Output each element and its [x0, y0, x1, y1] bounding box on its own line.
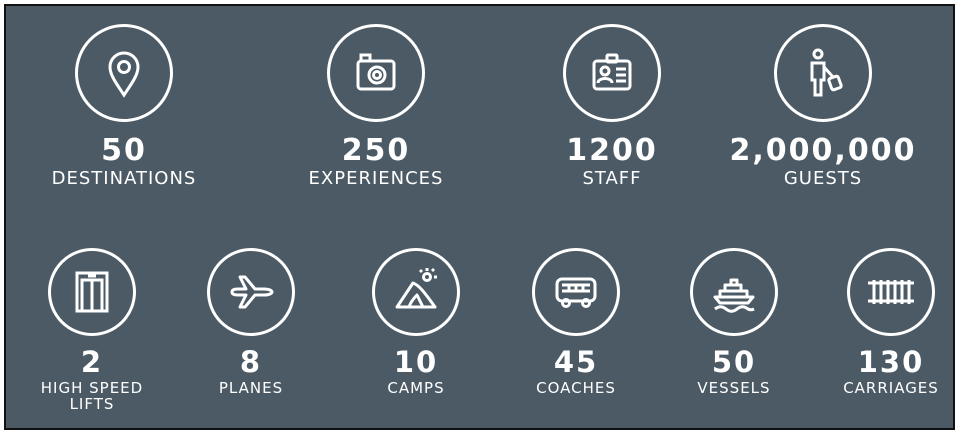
stat-destinations: 50 DESTINATIONS: [24, 24, 224, 189]
camera-icon: [327, 24, 425, 122]
stat-label: STAFF: [582, 168, 642, 189]
stat-planes: 8 PLANES: [171, 248, 331, 397]
stat-label: HIGH SPEED LIFTS: [6, 380, 182, 413]
stat-value: 50: [711, 345, 757, 379]
stat-experiences: 250 EXPERIENCES: [276, 24, 476, 189]
stats-infographic: 50 DESTINATIONS 250 EXPERIENCES 1200 STA…: [4, 4, 955, 430]
airplane-icon: [207, 248, 295, 336]
stat-high-speed-lifts: 2 HIGH SPEED LIFTS: [6, 248, 182, 413]
stat-staff: 1200 STAFF: [512, 24, 712, 189]
stat-label: CAMPS: [387, 379, 445, 397]
coach-bus-icon: [532, 248, 620, 336]
stat-coaches: 45 COACHES: [496, 248, 656, 397]
stat-label-line2: LIFTS: [69, 394, 115, 413]
stat-value: 2,000,000: [729, 133, 917, 168]
stat-value: 50: [101, 133, 147, 168]
stat-label: COACHES: [536, 379, 616, 397]
stat-label: VESSELS: [697, 379, 771, 397]
stat-value: 2: [80, 345, 104, 379]
id-badge-icon: [563, 24, 661, 122]
stat-value: 10: [393, 345, 439, 379]
stat-value: 45: [553, 345, 599, 379]
tent-camp-icon: [372, 248, 460, 336]
stat-label: EXPERIENCES: [308, 168, 444, 189]
stat-label: DESTINATIONS: [51, 168, 197, 189]
stat-label: GUESTS: [783, 168, 863, 189]
stat-guests: 2,000,000 GUESTS: [713, 24, 933, 189]
location-pin-icon: [75, 24, 173, 122]
stat-value: 8: [239, 345, 263, 379]
cruise-ship-icon: [690, 248, 778, 336]
railway-track-icon: [847, 248, 935, 336]
elevator-icon: [48, 248, 136, 336]
stat-value: 130: [857, 345, 925, 379]
stat-value: 250: [341, 133, 411, 168]
stat-vessels: 50 VESSELS: [654, 248, 814, 397]
stat-label: PLANES: [218, 379, 284, 397]
stat-carriages: 130 CARRIAGES: [816, 248, 953, 397]
stat-camps: 10 CAMPS: [336, 248, 496, 397]
traveler-luggage-icon: [774, 24, 872, 122]
stat-label: CARRIAGES: [843, 379, 939, 397]
stat-value: 1200: [566, 133, 658, 168]
